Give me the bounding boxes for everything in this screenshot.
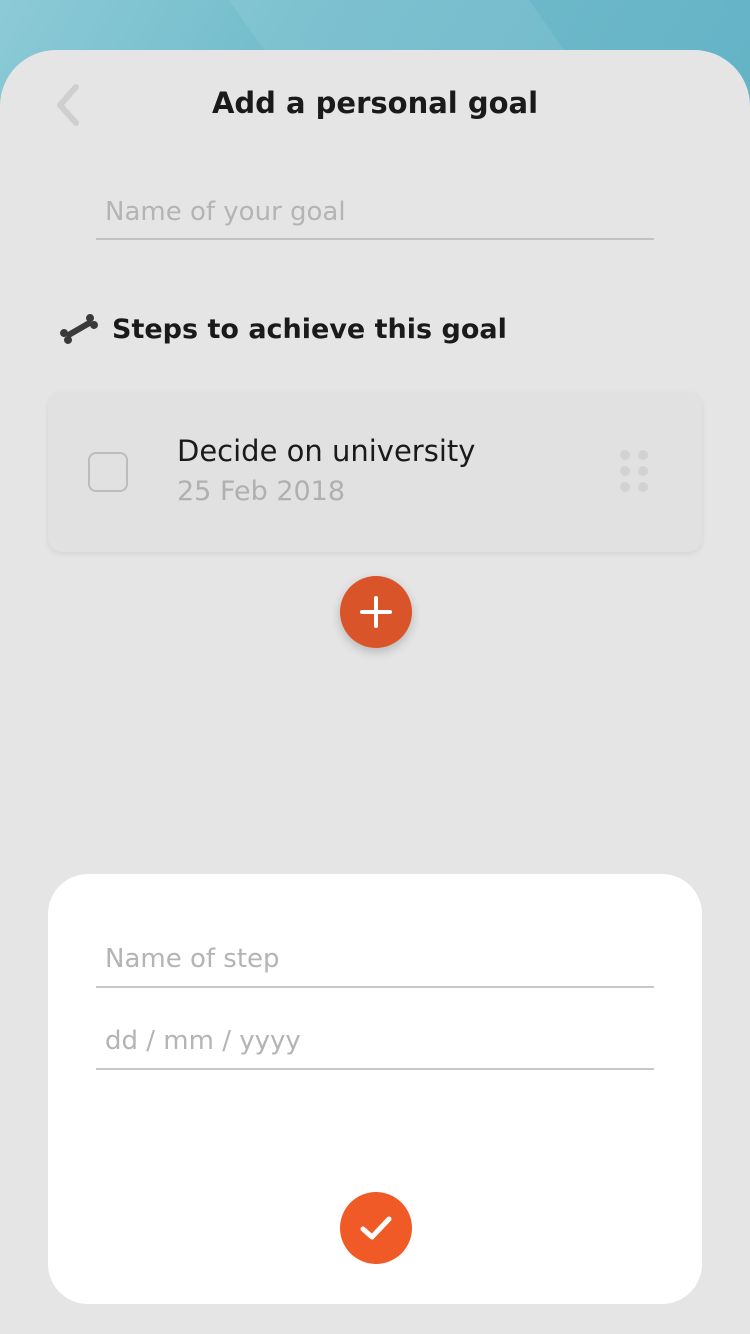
add-step-button[interactable] — [340, 576, 412, 648]
new-step-panel — [48, 874, 702, 1304]
step-date-input[interactable] — [96, 1014, 654, 1070]
checkmark-icon — [360, 1216, 392, 1240]
step-date: 25 Feb 2018 — [177, 476, 346, 507]
drag-handle-icon[interactable] — [620, 450, 656, 494]
step-card[interactable]: Decide on university 25 Feb 2018 — [48, 392, 702, 552]
bone-icon — [60, 314, 98, 344]
step-name: Decide on university — [177, 434, 476, 468]
goal-name-input[interactable] — [96, 185, 654, 240]
confirm-step-button[interactable] — [340, 1192, 412, 1264]
plus-icon — [360, 596, 392, 628]
page-title: Add a personal goal — [211, 86, 539, 120]
step-checkbox[interactable] — [88, 452, 128, 492]
steps-header: Steps to achieve this goal — [58, 308, 507, 350]
steps-section-label: Steps to achieve this goal — [112, 313, 507, 345]
goal-sheet: Add a personal goal Steps to achieve thi… — [0, 50, 750, 1334]
step-name-input[interactable] — [96, 932, 654, 988]
